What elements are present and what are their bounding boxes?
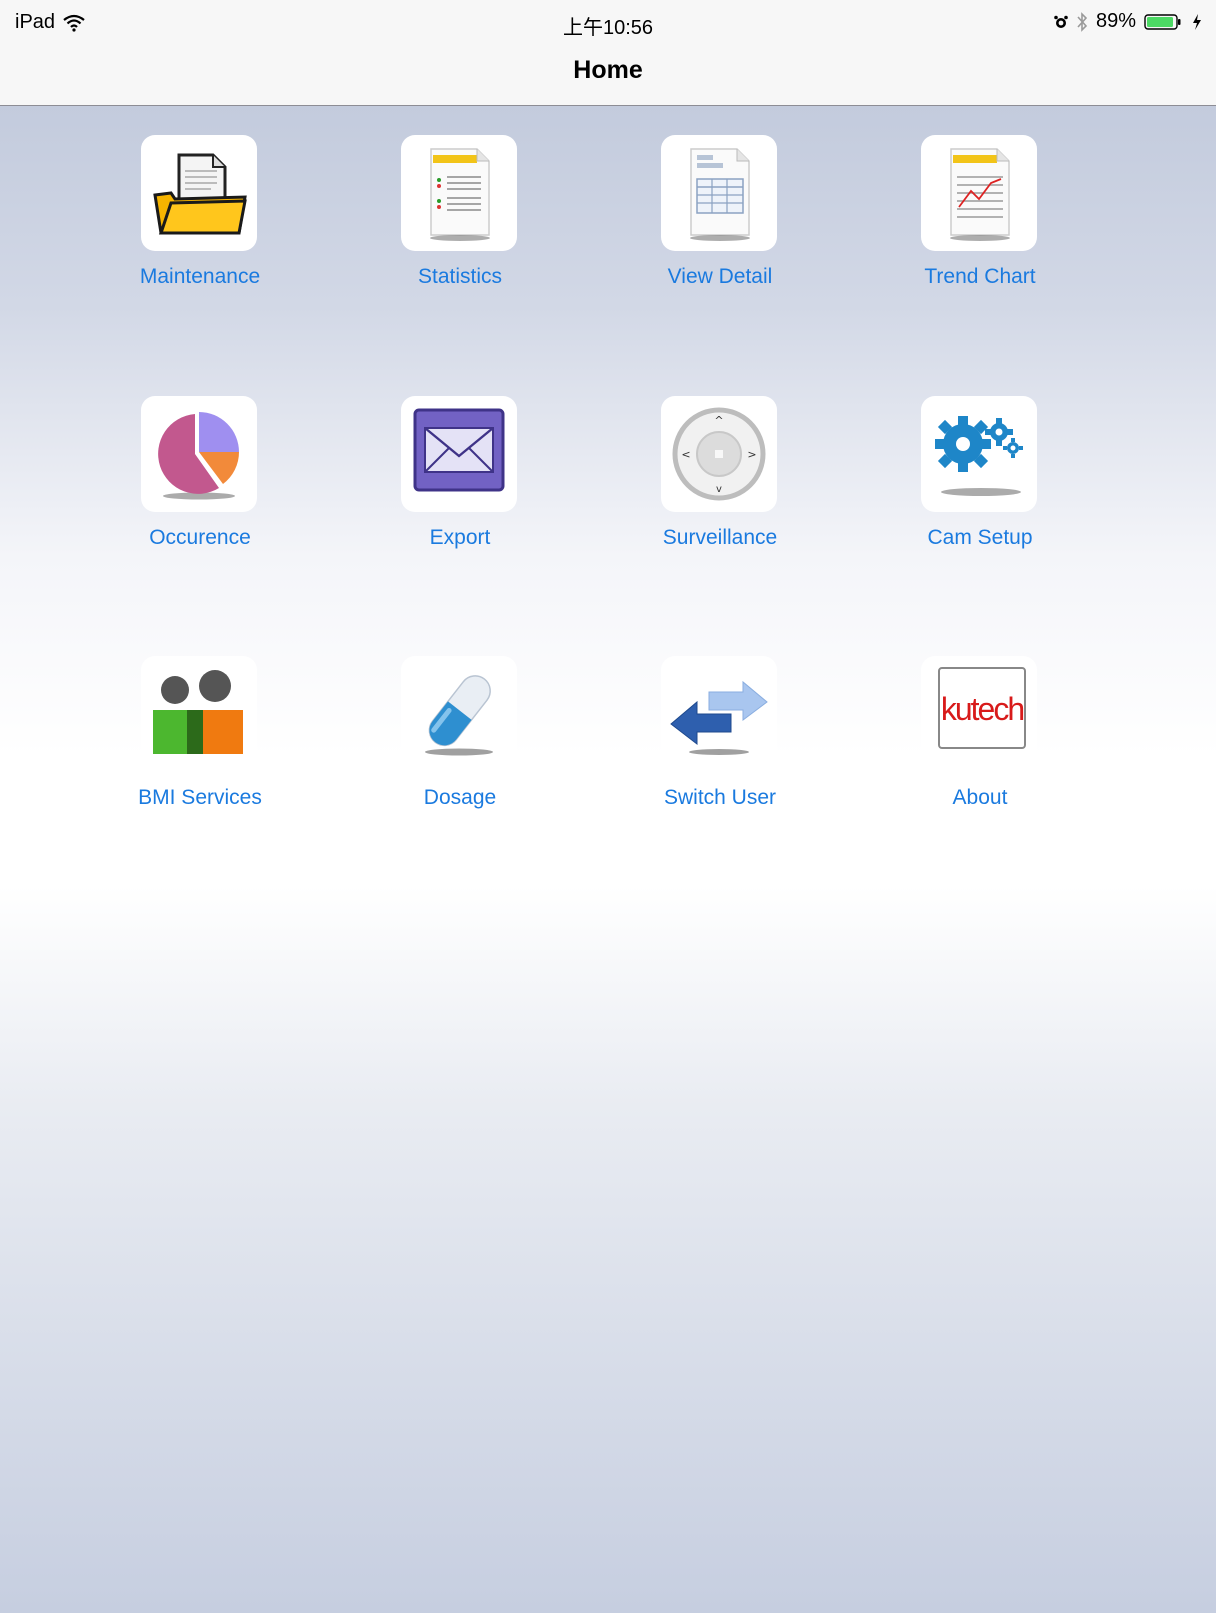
tile-label: About [952,786,1008,809]
tile-statistics[interactable]: Statistics [350,135,570,325]
logo-text: kutech [941,691,1023,727]
navigation-bar: Home [0,44,1216,106]
statistics-document-icon [401,135,517,251]
charging-bolt-icon [1193,13,1201,30]
folder-document-icon [141,135,257,251]
svg-text:>: > [747,448,756,461]
tile-dosage[interactable]: Dosage [350,656,570,846]
tile-trend-chart[interactable]: Trend Chart [870,135,1090,325]
battery-percent: 89% [1095,10,1136,32]
tile-label: Cam Setup [927,526,1033,549]
dpad-controller-icon: ^ v < > [661,396,777,512]
tile-label: Dosage [423,786,497,809]
envelope-icon [401,396,517,512]
bluetooth-icon [1077,11,1088,32]
svg-text:<: < [681,448,690,461]
tile-label: Export [429,526,491,549]
pie-chart-icon [141,396,257,512]
trend-chart-document-icon [921,135,1037,251]
status-time: 上午10:56 [562,17,654,39]
tile-label: Surveillance [662,526,778,549]
page-title: Home [573,56,643,84]
tile-view-detail[interactable]: View Detail [610,135,830,325]
battery-icon [1144,13,1181,30]
status-bar: iPad 上午10:56 89% [0,0,1216,44]
tile-cam-setup[interactable]: Cam Setup [870,396,1090,586]
tile-label: Statistics [417,265,503,288]
pill-capsule-icon [401,656,517,772]
tile-label: Trend Chart [924,265,1036,288]
tile-about[interactable]: kutech About [870,656,1090,846]
tile-bmi-services[interactable]: BMI Services [90,656,310,846]
tile-switch-user[interactable]: Switch User [610,656,830,846]
alarm-clock-icon [1054,15,1068,28]
tile-surveillance[interactable]: ^ v < > Surveillance [610,396,830,586]
svg-text:^: ^ [714,414,723,427]
tile-export[interactable]: Export [350,396,570,586]
tile-label: Occurence [149,526,251,549]
tile-occurence[interactable]: Occurence [90,396,310,586]
tile-label: View Detail [667,265,773,288]
tile-label: Maintenance [139,265,261,288]
status-right-group: 89% [1054,10,1202,33]
svg-text:v: v [716,484,722,495]
tile-maintenance[interactable]: Maintenance [90,135,310,325]
tile-label: Switch User [663,786,777,809]
table-document-icon [661,135,777,251]
home-grid: Maintenance Statistics View Detail Trend… [0,106,1216,1613]
gears-icon [921,396,1037,512]
swap-arrows-icon [661,656,777,772]
kutech-logo-icon: kutech [921,656,1037,772]
tile-label: BMI Services [138,786,262,809]
people-icon [141,656,257,772]
